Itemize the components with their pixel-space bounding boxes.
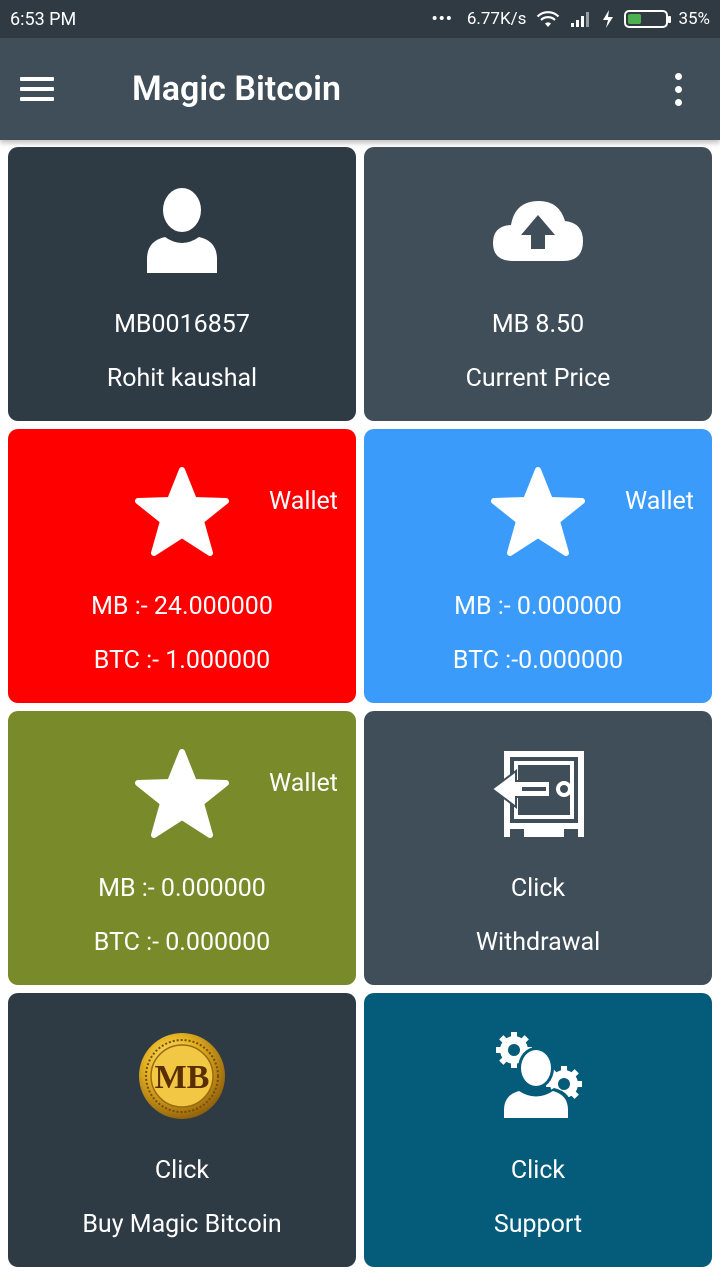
star-icon [135, 467, 229, 556]
cloud-upload-icon [493, 201, 583, 261]
wallet-mb-balance: MB :- 24.000000 [91, 591, 273, 621]
wallet-label: Wallet [269, 769, 338, 798]
wallet-btc-balance: BTC :-0.000000 [452, 645, 624, 675]
wifi-icon [537, 11, 560, 27]
wallet-mb-balance: MB :- 0.000000 [98, 873, 266, 903]
user-icon [147, 188, 217, 273]
wallet-card-blue[interactable]: Wallet MB :- 0.000000 BTC :-0.000000 [364, 429, 712, 703]
coin-text: MB [155, 1059, 210, 1096]
profile-card[interactable]: MB0016857 Rohit kaushal [8, 147, 356, 421]
user-id: MB0016857 [114, 309, 250, 339]
wallet-mb-balance: MB :- 0.000000 [454, 591, 622, 621]
app-title: Magic Bitcoin [132, 69, 341, 109]
dashboard-grid: MB0016857 Rohit kaushal MB 8.50 Current … [8, 147, 712, 1267]
wallet-btc-balance: BTC :- 1.000000 [93, 645, 271, 675]
battery-percent: 35% [678, 9, 710, 29]
safe-withdraw-icon [490, 751, 584, 837]
support-label: Support [493, 1209, 583, 1239]
wallet-label: Wallet [269, 487, 338, 516]
hamburger-menu-icon [20, 77, 54, 101]
overflow-menu-button[interactable] [648, 38, 708, 140]
star-icon [135, 749, 229, 838]
charging-bolt-icon [603, 10, 614, 28]
withdrawal-label: Withdrawal [475, 927, 601, 957]
current-price-card[interactable]: MB 8.50 Current Price [364, 147, 712, 421]
status-time: 6:53 PM [10, 8, 77, 30]
support-action: Click [510, 1155, 566, 1185]
support-gears-icon [496, 1032, 582, 1120]
support-card[interactable]: Click Support [364, 993, 712, 1267]
buy-action: Click [154, 1155, 210, 1185]
buy-magic-bitcoin-card[interactable]: MB Click Buy Magic Bitcoin [8, 993, 356, 1267]
withdrawal-card[interactable]: Click Withdrawal [364, 711, 712, 985]
wallet-label: Wallet [625, 487, 694, 516]
battery-icon [624, 10, 672, 28]
wallet-card-olive[interactable]: Wallet MB :- 0.000000 BTC :- 0.000000 [8, 711, 356, 985]
notification-dots-icon: ••• [431, 9, 453, 29]
network-speed: 6.77K/s [466, 9, 527, 29]
wallet-btc-balance: BTC :- 0.000000 [93, 927, 271, 957]
user-name: Rohit kaushal [106, 363, 258, 393]
star-icon [491, 467, 585, 556]
withdrawal-action: Click [510, 873, 566, 903]
wallet-card-red[interactable]: Wallet MB :- 24.000000 BTC :- 1.000000 [8, 429, 356, 703]
app-bar: Magic Bitcoin [0, 38, 720, 140]
mb-coin-icon: MB [139, 1033, 225, 1119]
status-icons: ••• 6.77K/s 35% [432, 9, 711, 29]
cell-signal-icon [571, 12, 590, 27]
menu-button[interactable] [0, 38, 104, 140]
current-price-value: MB 8.50 [491, 309, 585, 339]
buy-label: Buy Magic Bitcoin [82, 1209, 282, 1239]
current-price-label: Current Price [465, 363, 611, 393]
status-bar: 6:53 PM ••• 6.77K/s 35% [0, 0, 720, 38]
